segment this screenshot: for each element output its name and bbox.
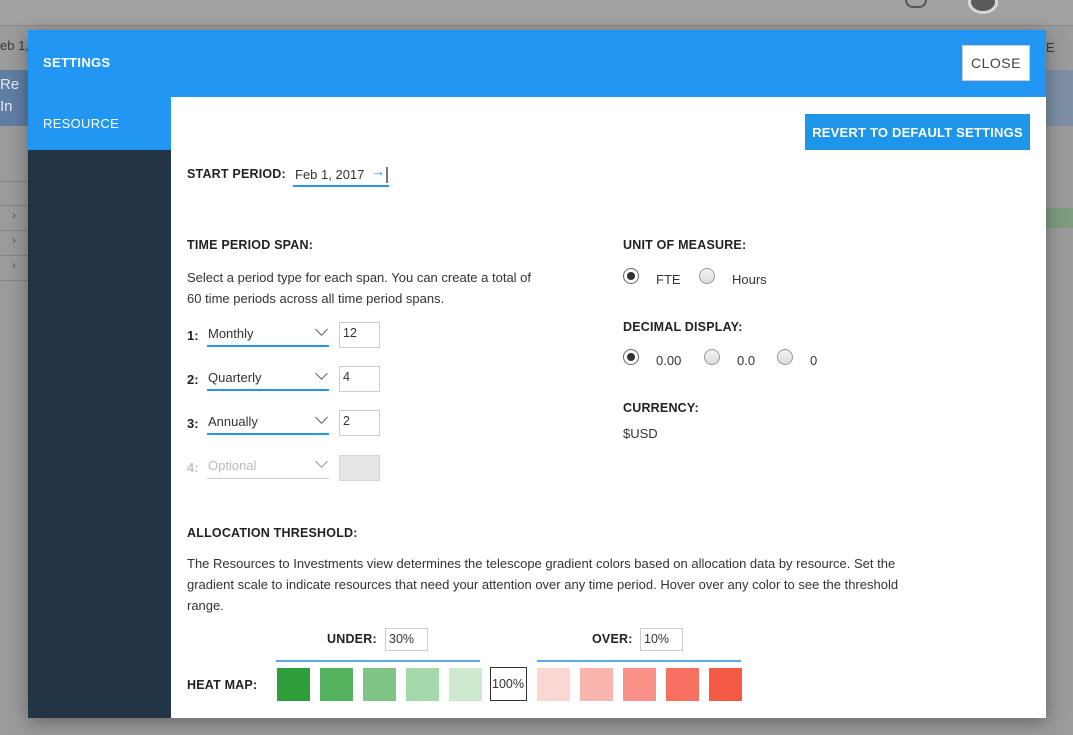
divider — [0, 280, 28, 281]
allocation-threshold-description: The Resources to Investments view determ… — [187, 556, 896, 571]
background-blue-band-right — [1046, 70, 1073, 126]
allocation-threshold-description: gradient scale to indicate resources tha… — [187, 577, 899, 592]
background-green-bar — [1046, 208, 1073, 228]
modal-header: SETTINGS CLOSE — [28, 30, 1046, 97]
under-swatch-1[interactable] — [277, 668, 310, 701]
span-4-type-select: Optional — [207, 455, 329, 479]
close-button[interactable]: CLOSE — [962, 45, 1030, 81]
over-swatch-2[interactable] — [580, 668, 613, 701]
over-swatch-3[interactable] — [623, 668, 656, 701]
sidebar-item-resource[interactable]: RESOURCE — [28, 97, 171, 150]
span-2-type-select[interactable]: Quarterly — [207, 367, 329, 391]
decimal-zero-label: 0 — [810, 353, 818, 368]
background-tab-right: E — [1046, 40, 1055, 55]
chevron-right-icon: › — [12, 258, 16, 272]
under-swatch-4[interactable] — [406, 668, 439, 701]
decimal-two-label: 0.00 — [656, 353, 682, 368]
span-number: 4: — [187, 460, 199, 475]
decimal-two-radio[interactable] — [623, 349, 639, 365]
span-number: 2: — [187, 372, 199, 387]
allocation-threshold-label: ALLOCATION THRESHOLD: — [187, 526, 358, 540]
under-scale-line — [276, 660, 480, 662]
span-1-type-select[interactable]: Monthly — [207, 323, 329, 347]
unit-fte-label: FTE — [656, 272, 681, 287]
span-4-count-input — [339, 455, 380, 481]
background-tab: eb 1, — [0, 38, 29, 53]
over-label: OVER: — [592, 632, 633, 646]
decimal-zero-radio[interactable] — [777, 349, 793, 365]
over-scale-line — [537, 660, 741, 662]
time-period-span-description: 60 time periods across all time period s… — [187, 291, 445, 306]
chevron-right-icon: › — [12, 208, 16, 222]
unit-hours-radio[interactable] — [699, 268, 715, 284]
span-3-type-select[interactable]: Annually — [207, 411, 329, 435]
revert-defaults-button[interactable]: REVERT TO DEFAULT SETTINGS — [805, 114, 1030, 150]
chevron-down-icon — [315, 367, 328, 380]
over-swatch-1[interactable] — [537, 668, 570, 701]
heat-map-label: HEAT MAP: — [187, 678, 258, 692]
under-swatch-3[interactable] — [363, 668, 396, 701]
under-threshold-input[interactable]: 30% — [385, 628, 428, 651]
background-blue-band: Re In — [0, 70, 28, 126]
background-row-text: Re — [0, 76, 20, 93]
currency-value: $USD — [623, 426, 658, 441]
unit-hours-label: Hours — [732, 272, 767, 287]
divider — [0, 181, 28, 182]
under-swatch-2[interactable] — [320, 668, 353, 701]
span-number: 1: — [187, 328, 199, 343]
decimal-one-radio[interactable] — [704, 349, 720, 365]
span-type-value: Optional — [208, 458, 257, 473]
modal-title: SETTINGS — [43, 55, 111, 70]
over-threshold-input[interactable]: 10% — [640, 628, 683, 651]
chevron-down-icon — [315, 323, 328, 336]
allocation-threshold-description: range. — [187, 598, 224, 613]
time-period-span-description: Select a period type for each span. You … — [187, 270, 532, 285]
under-label: UNDER: — [327, 632, 377, 646]
unit-fte-radio[interactable] — [623, 268, 639, 284]
settings-modal: SETTINGS CLOSE RESOURCE REVERT TO DEFAUL… — [28, 30, 1046, 718]
arrow-right-icon[interactable]: → — [371, 163, 385, 179]
background-row-text: In — [0, 98, 13, 115]
chevron-down-icon — [315, 411, 328, 424]
decimal-one-label: 0.0 — [737, 353, 756, 368]
span-2-count-input[interactable]: 4 — [339, 366, 380, 392]
chevron-down-icon — [315, 455, 328, 468]
heat-map-center-value: 100% — [490, 667, 527, 701]
span-type-value: Annually — [208, 414, 258, 429]
span-number: 3: — [187, 416, 199, 431]
span-3-count-input[interactable]: 2 — [339, 410, 380, 436]
divider — [0, 255, 28, 256]
decimal-display-label: DECIMAL DISPLAY: — [623, 320, 743, 334]
over-swatch-5[interactable] — [709, 668, 742, 701]
span-type-value: Quarterly — [208, 370, 262, 385]
time-period-span-label: TIME PERIOD SPAN: — [187, 238, 314, 252]
unit-of-measure-label: UNIT OF MEASURE: — [623, 238, 747, 252]
over-swatch-4[interactable] — [666, 668, 699, 701]
start-period-label: START PERIOD: — [187, 167, 286, 181]
span-type-value: Monthly — [208, 326, 254, 341]
under-swatch-5[interactable] — [449, 668, 482, 701]
divider — [0, 230, 28, 231]
divider — [0, 205, 28, 206]
chevron-right-icon: › — [12, 233, 16, 247]
span-1-count-input[interactable]: 12 — [339, 322, 380, 348]
date-picker-divider — [386, 167, 388, 183]
settings-content: REVERT TO DEFAULT SETTINGS START PERIOD:… — [171, 97, 1046, 718]
currency-label: CURRENCY: — [623, 401, 699, 415]
settings-sidebar: RESOURCE — [28, 97, 171, 718]
